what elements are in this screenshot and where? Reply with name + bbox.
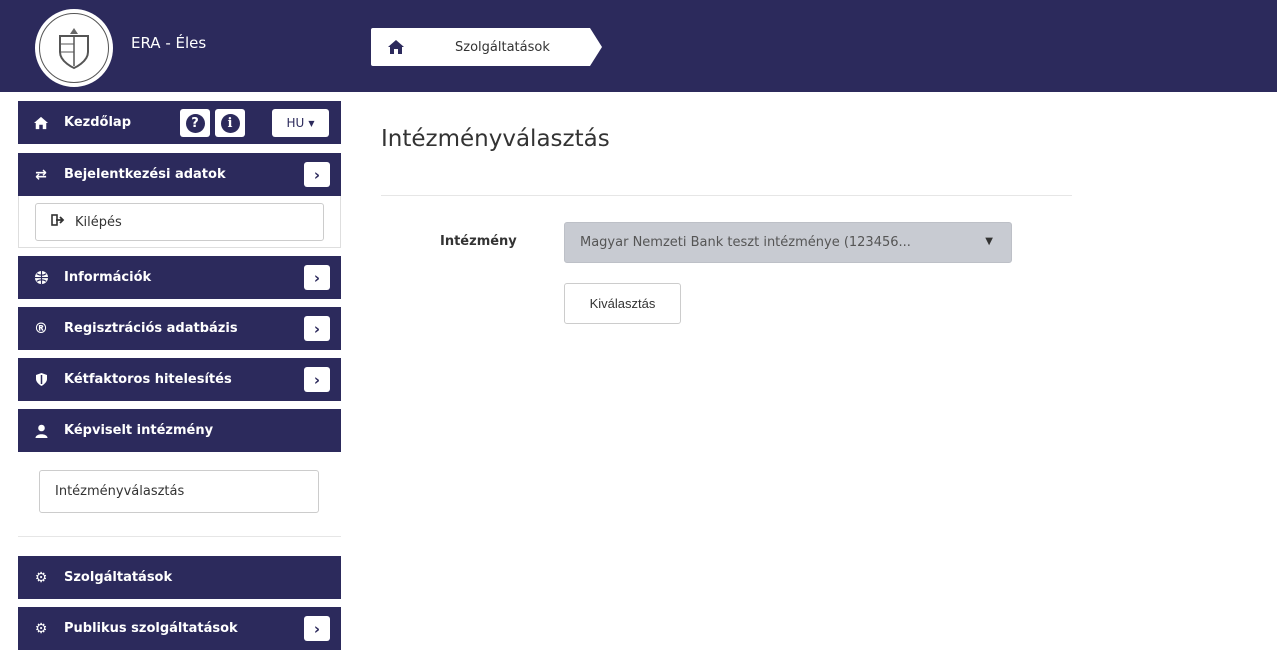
page-title: Intézményválasztás <box>381 126 610 152</box>
chevron-right-icon[interactable]: › <box>304 162 330 187</box>
info-circle-icon: i <box>220 113 240 133</box>
sidebar-item-services[interactable]: ⚙ Szolgáltatások <box>18 556 341 599</box>
registered-icon: ® <box>34 320 48 337</box>
sidebar-item-represented-institution[interactable]: Képviselt intézmény <box>18 409 341 452</box>
sign-out-icon <box>51 214 65 230</box>
language-dropdown[interactable]: HU ▼ <box>272 109 329 137</box>
chevron-right-icon[interactable]: › <box>304 316 330 341</box>
sidebar-item-registration-db[interactable]: ® Regisztrációs adatbázis › <box>18 307 341 350</box>
breadcrumb-current[interactable]: Szolgáltatások <box>435 28 602 66</box>
chevron-right-icon[interactable]: › <box>304 265 330 290</box>
home-icon <box>388 40 404 54</box>
select-button[interactable]: Kiválasztás <box>564 283 681 324</box>
institution-label: Intézmény <box>440 234 517 249</box>
sidebar-item-login-data[interactable]: ⇄ Bejelentkezési adatok › <box>18 153 341 196</box>
help-button[interactable]: ? <box>180 109 210 137</box>
info-button[interactable]: i <box>215 109 245 137</box>
cog-icon: ⚙ <box>34 620 48 637</box>
sidebar-item-home[interactable]: Kezdőlap ? i HU ▼ <box>18 101 341 144</box>
sidebar-divider <box>18 536 341 537</box>
institution-subpanel: Intézményválasztás <box>18 452 341 556</box>
breadcrumb: Szolgáltatások <box>371 28 602 66</box>
caret-down-icon: ▼ <box>308 118 315 128</box>
sidebar: Kezdőlap ? i HU ▼ ⇄ Bejelentkezési adato… <box>18 101 341 650</box>
sidebar-item-two-factor[interactable]: Kétfaktoros hitelesítés › <box>18 358 341 401</box>
user-icon <box>32 424 50 438</box>
logout-button[interactable]: Kilépés <box>35 203 324 241</box>
title-divider <box>381 195 1072 196</box>
cog-icon: ⚙ <box>34 569 48 586</box>
sidebar-item-information[interactable]: Információk › <box>18 256 341 299</box>
caret-down-icon: ▼ <box>985 236 993 247</box>
institution-select-button[interactable]: Intézményválasztás <box>39 470 319 513</box>
chevron-right-icon[interactable]: › <box>304 367 330 392</box>
home-icon <box>32 116 50 130</box>
question-circle-icon: ? <box>185 113 205 133</box>
globe-icon <box>32 270 50 285</box>
shield-icon <box>32 372 50 387</box>
breadcrumb-home[interactable] <box>371 28 445 66</box>
hungarian-seal-logo <box>33 7 115 89</box>
chevron-right-icon[interactable]: › <box>304 616 330 641</box>
login-subpanel: Kilépés <box>18 196 341 248</box>
top-bar: ERA - Éles Szolgáltatások <box>0 0 1277 92</box>
institution-select[interactable]: Magyar Nemzeti Bank teszt intézménye (12… <box>564 222 1012 263</box>
exchange-icon: ⇄ <box>35 166 47 183</box>
app-title: ERA - Éles <box>131 34 207 52</box>
